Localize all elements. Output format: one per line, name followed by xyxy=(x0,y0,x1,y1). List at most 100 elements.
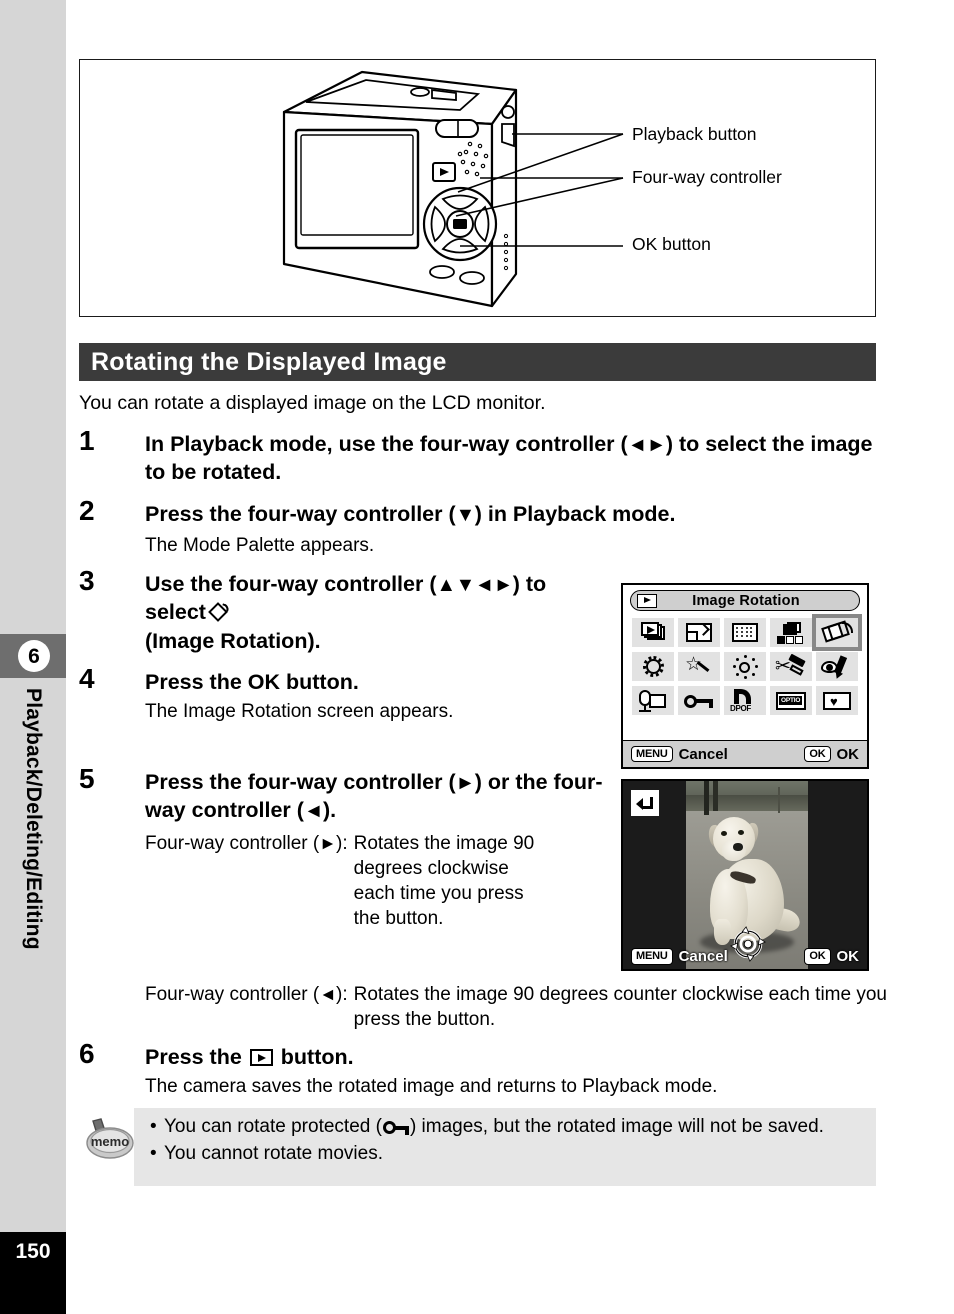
return-check-icon xyxy=(631,790,659,816)
dpof-label: DPOF xyxy=(730,703,752,713)
step-5-title: Press the four-way controller (►) or the… xyxy=(145,768,619,825)
memo-bullet-1: • xyxy=(150,1116,157,1137)
start-up-screen-icon: OPTIO xyxy=(774,689,808,713)
playback-button-icon xyxy=(249,1049,273,1066)
menu-key-badge-photo[interactable]: MENU xyxy=(631,948,673,965)
chapter-label: Playback/Deleting/Editing xyxy=(22,688,45,950)
definition-counter-clockwise: Four-way controller (◄): Rotates the ima… xyxy=(145,982,935,1032)
photo-footer: MENU Cancel OK OK xyxy=(623,948,867,965)
section-intro: You can rotate a displayed image on the … xyxy=(79,392,546,414)
image-rotation-icon xyxy=(820,619,854,645)
palette-item-protect[interactable] xyxy=(678,686,720,715)
image-rotation-screen: MENU Cancel OK OK xyxy=(621,779,869,971)
palette-item-slideshow[interactable] xyxy=(632,618,674,647)
mode-palette-screen: Image Rotation ☆ ✂ DPOF OPTIO ♥ MENU Can… xyxy=(621,583,869,769)
step-5-arrow-right: ► xyxy=(455,772,476,794)
memo-icon: memo xyxy=(86,1118,134,1159)
def-cw-arrow: ► xyxy=(319,832,337,853)
memo-item-2: • You cannot rotate movies. xyxy=(150,1141,870,1166)
menu-key-badge[interactable]: MENU xyxy=(631,745,673,763)
chapter-sidebar: 6 Playback/Deleting/Editing 150 xyxy=(0,0,66,1314)
memo-text-1-post: ) images, but the rotated image will not… xyxy=(409,1116,824,1137)
step-6-title-pre: Press the xyxy=(145,1045,242,1069)
step-1-arrows: ◄► xyxy=(627,434,667,456)
palette-item-image-rotation[interactable] xyxy=(812,614,862,651)
step-5-definitions: Four-way controller (►): Rotates the ima… xyxy=(145,831,619,931)
step-2-title-pre: Press the four-way controller ( xyxy=(145,502,456,526)
ok-key-badge[interactable]: OK xyxy=(804,745,831,763)
brightness-filter-icon xyxy=(728,654,762,679)
step-5-title-post2: ). xyxy=(322,798,337,823)
def-ccw-pre: Four-way controller ( xyxy=(145,984,320,1005)
memo-item-1: • You can rotate protected ( ) images, bu… xyxy=(150,1114,870,1139)
palette-item-start-up-screen[interactable]: OPTIO xyxy=(770,686,812,715)
step-2-title: Press the four-way controller (▼) in Pla… xyxy=(145,500,675,528)
palette-item-red-eye-compensation[interactable] xyxy=(816,652,858,681)
step-3-title-pre: Use the four-way controller ( xyxy=(145,572,437,596)
slideshow-icon xyxy=(636,621,670,645)
digital-filter-icon: ☆ xyxy=(682,655,716,679)
step-4-description: The Image Rotation screen appears. xyxy=(145,701,454,723)
palette-item-voice-memo[interactable] xyxy=(632,686,674,715)
step-3-title: Use the four-way controller (▲▼◄►) to se… xyxy=(145,570,599,655)
step-4-title: Press the OK button. xyxy=(145,670,359,694)
palette-item-frame-composite[interactable] xyxy=(632,652,674,681)
palette-item-favorite[interactable]: ♥ xyxy=(816,686,858,715)
step-5-number: 5 xyxy=(79,763,95,794)
def-ccw-post: ): xyxy=(336,984,348,1005)
step-4-number: 4 xyxy=(79,663,95,694)
protect-key-icon xyxy=(382,1121,409,1135)
camera-figure: Playback button Four-way controller OK b… xyxy=(79,59,876,317)
chapter-number: 6 xyxy=(18,640,50,672)
memo-text-1-pre: You can rotate protected ( xyxy=(164,1116,382,1137)
definition-ccw-value: Rotates the image 90 degrees counter clo… xyxy=(353,984,887,1031)
favorite-icon: ♥ xyxy=(820,689,854,713)
def-cw-post: ): xyxy=(336,832,348,854)
memo-bullet-2: • xyxy=(150,1143,157,1165)
step-3-title-tail: (Image Rotation). xyxy=(145,628,321,653)
memo-text-2: You cannot rotate movies. xyxy=(164,1143,383,1165)
trimming-icon: ✂ xyxy=(774,653,808,679)
palette-title-bar: Image Rotation xyxy=(630,590,860,611)
step-1-number: 1 xyxy=(79,425,95,456)
definition-clockwise-value: Rotates the image 90 degrees clockwise e… xyxy=(353,832,535,929)
page-content: Playback button Four-way controller OK b… xyxy=(66,0,954,1314)
section-heading: Rotating the Displayed Image xyxy=(79,343,876,381)
step-3-number: 3 xyxy=(79,565,95,596)
definition-clockwise-key: Four-way controller (►): xyxy=(145,831,348,931)
palette-item-dpof[interactable]: DPOF xyxy=(724,686,766,715)
svg-text:memo: memo xyxy=(91,1134,129,1149)
playback-icon xyxy=(637,593,657,608)
image-rotation-icon xyxy=(208,602,230,623)
step-6-number: 6 xyxy=(79,1038,95,1069)
ok-key-badge-photo[interactable]: OK xyxy=(804,948,831,965)
memo-list: • You can rotate protected ( ) images, bu… xyxy=(150,1114,870,1169)
palette-item-brightness-filter[interactable] xyxy=(724,652,766,681)
palette-item-resize[interactable] xyxy=(678,618,720,647)
step-6-description: The camera saves the rotated image and r… xyxy=(145,1076,718,1098)
def-cw-pre: Four-way controller ( xyxy=(145,832,320,854)
step-2-description: The Mode Palette appears. xyxy=(145,535,375,557)
resize-icon xyxy=(682,621,716,645)
callout-label-four-way-controller: Four-way controller xyxy=(632,167,782,187)
palette-item-nine-image-display[interactable] xyxy=(724,618,766,647)
photo-cancel-label: Cancel xyxy=(678,948,728,965)
callout-lines xyxy=(455,133,624,247)
palette-footer: MENU Cancel OK OK xyxy=(623,740,867,767)
step-2-arrows: ▼ xyxy=(455,504,476,526)
palette-ok-label: OK xyxy=(836,745,860,763)
step-3-arrows: ▲▼◄► xyxy=(436,574,514,596)
step-5-title-pre: Press the four-way controller ( xyxy=(145,770,456,794)
voice-memo-icon xyxy=(636,689,670,713)
step-6-title-post: button. xyxy=(280,1045,354,1069)
definition-clockwise: Four-way controller (►): Rotates the ima… xyxy=(145,831,619,931)
memo-text-1: You can rotate protected ( ) images, but … xyxy=(164,1114,870,1139)
step-2-title-post: ) in Playback mode. xyxy=(474,502,676,526)
step-6-title: Press the button. xyxy=(145,1043,717,1071)
palette-item-trimming[interactable]: ✂ xyxy=(770,652,812,681)
step-2-number: 2 xyxy=(79,495,95,526)
palette-item-image-copy[interactable] xyxy=(770,618,812,647)
palette-item-digital-filter[interactable]: ☆ xyxy=(678,652,720,681)
frame-composite-icon xyxy=(636,655,670,679)
page-number: 150 xyxy=(0,1232,66,1314)
